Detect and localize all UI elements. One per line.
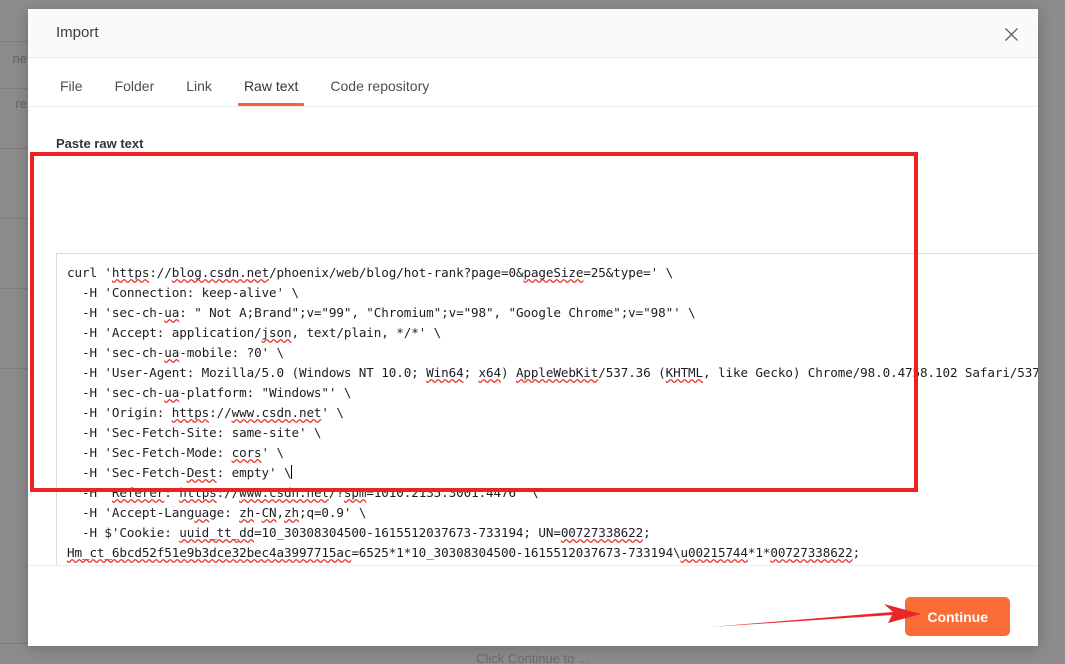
paste-raw-text-label: Paste raw text — [56, 136, 144, 151]
tab-bar: File Folder Link Raw text Code repositor… — [28, 58, 1038, 107]
modal-title: Import — [56, 24, 99, 41]
background-text-fragment-2: re — [15, 96, 27, 111]
modal-body: Paste raw text curl 'https://blog.csdn.n… — [28, 107, 1038, 602]
background-row-divider-5 — [0, 219, 28, 289]
background-row-divider-6 — [0, 289, 28, 369]
close-button[interactable] — [996, 19, 1026, 49]
background-row-divider-4 — [0, 149, 28, 219]
background-bottom-text: Click Continue to ... — [476, 651, 589, 664]
continue-button[interactable]: Continue — [905, 597, 1010, 636]
modal-footer: Continue — [28, 565, 1038, 646]
tab-folder[interactable]: Folder — [105, 78, 165, 106]
background-row-divider-7 — [0, 369, 28, 644]
tab-raw-text[interactable]: Raw text — [234, 78, 308, 106]
import-modal: Import File Folder Link Raw text Code re… — [28, 9, 1038, 646]
background-row-divider-1 — [0, 0, 28, 42]
modal-header: Import — [28, 9, 1038, 58]
text-caret — [291, 465, 293, 479]
close-icon — [1004, 27, 1019, 42]
background-text-fragment-1: ne — [12, 51, 27, 66]
raw-text-input[interactable]: curl 'https://blog.csdn.net/phoenix/web/… — [57, 254, 1038, 601]
raw-text-input-wrapper: curl 'https://blog.csdn.net/phoenix/web/… — [56, 253, 1038, 602]
tab-link[interactable]: Link — [176, 78, 222, 106]
tab-file[interactable]: File — [50, 78, 93, 106]
tab-code-repository[interactable]: Code repository — [320, 78, 439, 106]
